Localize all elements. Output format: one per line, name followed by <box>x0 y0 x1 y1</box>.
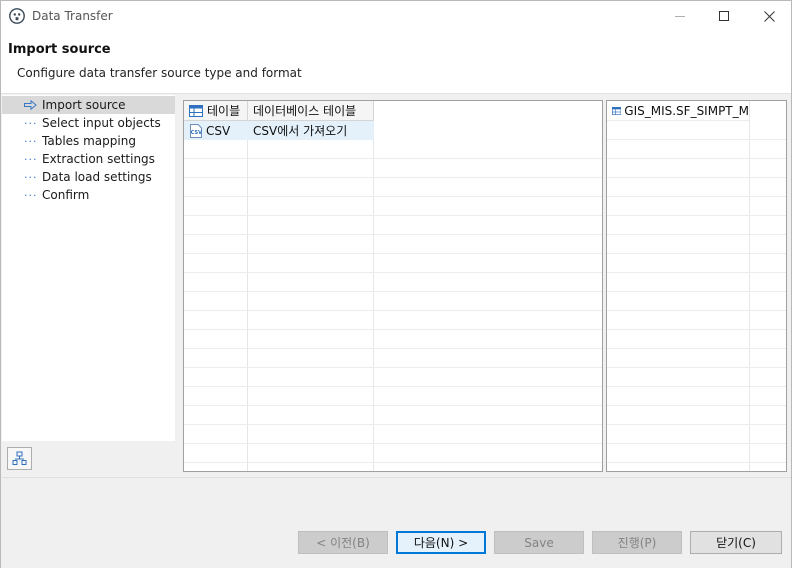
table-row <box>607 235 786 254</box>
dots-icon: ··· <box>24 116 38 130</box>
nav-item-label: Select input objects <box>42 116 161 130</box>
table-row <box>607 216 786 235</box>
column-header-label: 데이터베이스 테이블 <box>253 104 357 118</box>
nav-item-extraction-settings[interactable]: ··· Extraction settings <box>2 150 175 168</box>
close-icon <box>763 10 775 22</box>
table-row <box>184 159 602 178</box>
column-header-label: 테이블 <box>207 104 241 118</box>
back-button[interactable]: < 이전(B) <box>298 531 388 554</box>
table-row <box>607 387 786 406</box>
next-button[interactable]: 다음(N) > <box>396 531 486 554</box>
table-row <box>184 273 602 292</box>
table-row <box>184 444 602 463</box>
nav-item-label: Extraction settings <box>42 152 155 166</box>
close-button[interactable]: 닫기(C) <box>690 531 782 554</box>
nav-item-tables-mapping[interactable]: ··· Tables mapping <box>2 132 175 150</box>
table-row <box>184 311 602 330</box>
dots-icon: ··· <box>24 188 38 202</box>
table-icon <box>189 104 203 117</box>
page-description: Configure data transfer source type and … <box>17 66 302 80</box>
table-row <box>607 273 786 292</box>
table-row <box>184 235 602 254</box>
column-header-table[interactable]: 테이블 <box>184 101 248 121</box>
source-type-table: 테이블 데이터베이스 테이블 CSV CSV CSV에서 가져오기 <box>183 100 603 472</box>
minimize-icon <box>674 15 685 17</box>
column-header-target[interactable]: GIS_MIS.SF_SIMPT_M <box>607 101 750 121</box>
table-row <box>184 254 602 273</box>
nav-item-label: Confirm <box>42 188 90 202</box>
nav-item-data-load-settings[interactable]: ··· Data load settings <box>2 168 175 186</box>
save-button[interactable]: Save <box>494 531 584 554</box>
table-row <box>184 292 602 311</box>
window-title: Data Transfer <box>32 9 113 23</box>
maximize-button[interactable] <box>701 1 747 31</box>
dots-icon: ··· <box>24 152 38 166</box>
arrow-right-icon <box>2 100 42 110</box>
nav-item-label: Tables mapping <box>42 134 136 148</box>
table-row <box>607 368 786 387</box>
nav-item-confirm[interactable]: ··· Confirm <box>2 186 175 204</box>
table-row <box>184 330 602 349</box>
table-row <box>607 159 786 178</box>
minimize-button[interactable] <box>657 1 703 31</box>
table-row <box>184 216 602 235</box>
maximize-icon <box>718 10 729 21</box>
dots-icon: ··· <box>24 170 38 184</box>
table-row <box>184 140 602 159</box>
table-row <box>607 178 786 197</box>
title-bar: Data Transfer <box>1 1 791 32</box>
table-row <box>607 311 786 330</box>
wizard-page-nav: Import source ··· Select input objects ·… <box>2 95 175 441</box>
nav-item-select-input-objects[interactable]: ··· Select input objects <box>2 114 175 132</box>
table-row <box>607 292 786 311</box>
table-icon <box>612 106 622 115</box>
svg-text:CSV: CSV <box>191 130 202 136</box>
nav-item-label: Import source <box>42 98 126 112</box>
table-row <box>184 197 602 216</box>
table-row-selected-csv[interactable]: CSV CSV CSV에서 가져오기 <box>184 121 374 140</box>
footer-divider <box>2 477 791 478</box>
table-row <box>184 406 602 425</box>
table-row <box>607 425 786 444</box>
target-table: GIS_MIS.SF_SIMPT_M <box>606 100 787 472</box>
table-row <box>607 140 786 159</box>
csv-file-icon: CSV <box>190 123 202 138</box>
table-row <box>607 406 786 425</box>
table-row <box>607 121 786 140</box>
dbeaver-beaver-icon <box>9 8 25 24</box>
nav-item-import-source[interactable]: Import source <box>2 96 175 114</box>
column-header-database-table[interactable]: 데이터베이스 테이블 <box>248 101 374 121</box>
nav-item-label: Data load settings <box>42 170 152 184</box>
cell-source-description: CSV에서 가져오기 <box>253 124 348 138</box>
table-row <box>184 425 602 444</box>
table-row <box>184 368 602 387</box>
cell-source-name: CSV CSV <box>184 121 247 140</box>
table-row <box>607 197 786 216</box>
save-task-button[interactable] <box>7 447 32 470</box>
table-row <box>184 349 602 368</box>
table-row <box>607 254 786 273</box>
table-row <box>607 444 786 463</box>
task-icon <box>12 451 27 465</box>
proceed-button[interactable]: 진행(P) <box>592 531 682 554</box>
table-row <box>607 330 786 349</box>
page-title: Import source <box>8 42 111 57</box>
data-transfer-window: Data Transfer Import source Configure da… <box>0 0 792 568</box>
column-header-label: GIS_MIS.SF_SIMPT_M <box>624 103 749 118</box>
dots-icon: ··· <box>24 134 38 148</box>
table-row <box>184 178 602 197</box>
source-name-text: CSV <box>206 123 231 138</box>
table-row <box>184 387 602 406</box>
close-window-button[interactable] <box>746 1 792 31</box>
table-row <box>607 349 786 368</box>
